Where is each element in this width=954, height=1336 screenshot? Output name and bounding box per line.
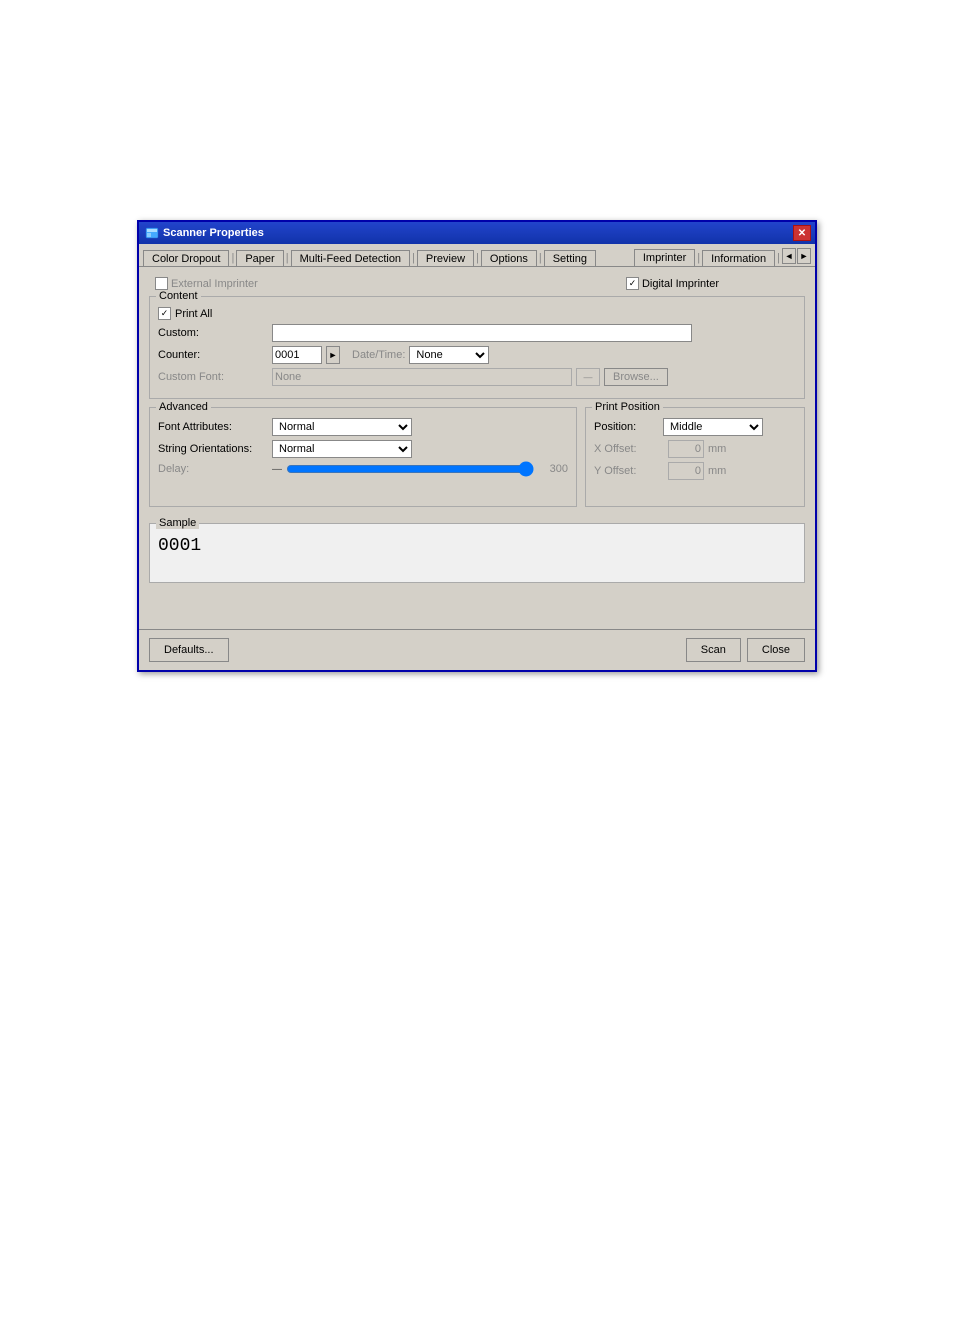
print-position-column: Print Position Position: Middle X Offset… [585, 407, 805, 507]
counter-controls: 0001 ► [272, 346, 340, 364]
y-offset-row: Y Offset: mm [594, 462, 796, 480]
tab-scroll-left-button[interactable]: ◄ [782, 248, 796, 264]
footer-area: Defaults... Scan Close [139, 629, 815, 670]
x-offset-input[interactable] [668, 440, 704, 458]
datetime-select[interactable]: None [409, 346, 489, 364]
position-select[interactable]: Middle [663, 418, 763, 436]
delay-row: Delay: — 300 [158, 462, 568, 476]
delay-label: Delay: [158, 463, 268, 475]
digital-imprinter-checkbox[interactable] [626, 277, 639, 290]
window-icon [145, 226, 159, 240]
sample-group-title: Sample [156, 517, 199, 529]
tab-paper[interactable]: Paper [236, 250, 283, 267]
tab-preview[interactable]: Preview [417, 250, 474, 267]
y-offset-label: Y Offset: [594, 465, 664, 477]
tab-multifeed[interactable]: Multi-Feed Detection [291, 250, 411, 267]
custom-font-label: Custom Font: [158, 371, 268, 383]
counter-input[interactable]: 0001 [272, 346, 322, 364]
advanced-column: Advanced Font Attributes: Normal String … [149, 407, 577, 507]
footer-right-buttons: Scan Close [686, 638, 805, 662]
content-group-box: Content Print All Custom: Counter: 0001 [149, 296, 805, 399]
tab-nav-buttons: ◄ ► [782, 248, 811, 266]
tab-setting[interactable]: Setting [544, 250, 596, 267]
scanner-properties-window: Scanner Properties ✕ Color Dropout | Pap… [137, 220, 817, 672]
font-attributes-select[interactable]: Normal [272, 418, 412, 436]
page-background: Scanner Properties ✕ Color Dropout | Pap… [0, 0, 954, 1336]
external-imprinter-label: External Imprinter [155, 277, 258, 290]
tab-information[interactable]: Information [702, 250, 775, 267]
digital-imprinter-text: Digital Imprinter [642, 278, 719, 290]
content-group-title: Content [156, 290, 201, 302]
print-all-label: Print All [175, 308, 212, 320]
title-bar: Scanner Properties ✕ [139, 222, 815, 244]
tab-imprinter[interactable]: Imprinter [634, 249, 695, 267]
position-label: Position: [594, 421, 659, 433]
sample-group-box: Sample 0001 [149, 523, 805, 583]
print-all-row: Print All [158, 307, 796, 320]
print-position-group-box: Print Position Position: Middle X Offset… [585, 407, 805, 507]
x-offset-row: X Offset: mm [594, 440, 796, 458]
close-window-button[interactable]: ✕ [793, 225, 811, 241]
sample-value: 0001 [158, 528, 796, 556]
digital-imprinter-label: Digital Imprinter [626, 277, 719, 290]
delay-slider-container: — 300 [272, 462, 568, 476]
x-offset-label: X Offset: [594, 443, 664, 455]
defaults-button[interactable]: Defaults... [149, 638, 229, 662]
content-area: External Imprinter Digital Imprinter Con… [139, 267, 815, 629]
print-all-checkbox[interactable] [158, 307, 171, 320]
advanced-print-position-row: Advanced Font Attributes: Normal String … [149, 407, 805, 507]
browse-button[interactable]: Browse... [604, 368, 668, 386]
counter-row: Counter: 0001 ► Date/Time: None [158, 346, 796, 364]
font-attributes-label: Font Attributes: [158, 421, 268, 433]
font-attributes-row: Font Attributes: Normal [158, 418, 568, 436]
delay-value: 300 [538, 463, 568, 475]
custom-font-input[interactable] [272, 368, 572, 386]
custom-row: Custom: [158, 324, 796, 342]
tab-options[interactable]: Options [481, 250, 537, 267]
title-bar-left: Scanner Properties [145, 226, 264, 240]
string-orientations-row: String Orientations: Normal [158, 440, 568, 458]
tab-scroll-right-button[interactable]: ► [797, 248, 811, 264]
custom-label: Custom: [158, 327, 268, 339]
string-orientations-label: String Orientations: [158, 443, 268, 455]
window-title: Scanner Properties [163, 227, 264, 239]
counter-arrow-button[interactable]: ► [326, 346, 340, 364]
advanced-group-title: Advanced [156, 401, 211, 413]
external-imprinter-text: External Imprinter [171, 278, 258, 290]
string-orientations-select[interactable]: Normal [272, 440, 412, 458]
datetime-label: Date/Time: [352, 349, 405, 361]
custom-input[interactable] [272, 324, 692, 342]
custom-font-row: Custom Font: — Browse... [158, 368, 796, 386]
tab-bar: Color Dropout | Paper | Multi-Feed Detec… [139, 244, 815, 267]
close-button[interactable]: Close [747, 638, 805, 662]
delay-slider[interactable] [286, 462, 534, 476]
x-offset-unit: mm [708, 443, 726, 455]
advanced-group-box: Advanced Font Attributes: Normal String … [149, 407, 577, 507]
y-offset-input[interactable] [668, 462, 704, 480]
print-position-group-title: Print Position [592, 401, 663, 413]
scan-button[interactable]: Scan [686, 638, 741, 662]
imprinter-row: External Imprinter Digital Imprinter [149, 275, 805, 296]
custom-font-controls: — Browse... [272, 368, 796, 386]
tab-color-dropout[interactable]: Color Dropout [143, 250, 229, 267]
position-row: Position: Middle [594, 418, 796, 436]
counter-label: Counter: [158, 349, 268, 361]
font-small-button[interactable]: — [576, 368, 600, 386]
y-offset-unit: mm [708, 465, 726, 477]
external-imprinter-checkbox[interactable] [155, 277, 168, 290]
